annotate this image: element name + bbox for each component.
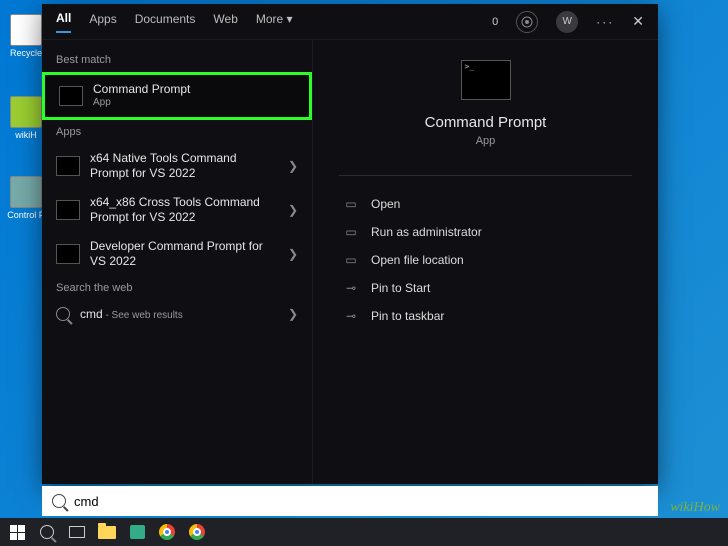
web-suffix: - See web results bbox=[103, 310, 183, 321]
action-pin-start[interactable]: ⊸Pin to Start bbox=[339, 274, 632, 302]
terminal-icon bbox=[56, 200, 80, 220]
close-icon[interactable]: ✕ bbox=[632, 13, 644, 30]
desktop-icon-recycle[interactable]: Recycle bbox=[6, 14, 46, 58]
start-button[interactable] bbox=[4, 521, 30, 543]
result-title: Command Prompt bbox=[93, 82, 295, 97]
taskbar-taskview[interactable] bbox=[64, 521, 90, 543]
search-input[interactable] bbox=[74, 494, 648, 509]
tab-apps[interactable]: Apps bbox=[89, 12, 116, 32]
more-options-icon[interactable]: ··· bbox=[596, 15, 614, 29]
chrome-icon bbox=[159, 524, 175, 540]
search-icon bbox=[52, 494, 66, 508]
folder-icon: ▭ bbox=[343, 253, 359, 267]
tab-all[interactable]: All bbox=[56, 11, 71, 33]
chevron-right-icon[interactable]: ❯ bbox=[288, 203, 298, 217]
tab-bar: All Apps Documents Web More ▾ 0 W ··· ✕ bbox=[42, 4, 658, 40]
action-run-admin[interactable]: ▭Run as administrator bbox=[339, 218, 632, 246]
result-title: x64_x86 Cross Tools Command Prompt for V… bbox=[90, 195, 278, 225]
chevron-right-icon[interactable]: ❯ bbox=[288, 247, 298, 261]
desktop-icon-wikihow[interactable]: wikiH bbox=[6, 96, 46, 140]
open-icon: ▭ bbox=[343, 197, 359, 211]
pin-icon: ⊸ bbox=[343, 309, 359, 323]
app-thumbnail bbox=[461, 60, 511, 100]
search-panel: All Apps Documents Web More ▾ 0 W ··· ✕ … bbox=[42, 4, 658, 484]
preview-title: Command Prompt bbox=[339, 114, 632, 131]
action-pin-taskbar[interactable]: ⊸Pin to taskbar bbox=[339, 302, 632, 330]
taskbar bbox=[0, 518, 728, 546]
pin-icon: ⊸ bbox=[343, 281, 359, 295]
result-app-1[interactable]: x64_x86 Cross Tools Command Prompt for V… bbox=[42, 188, 312, 232]
taskbar-chrome[interactable] bbox=[154, 521, 180, 543]
chevron-right-icon[interactable]: ❯ bbox=[288, 307, 298, 321]
chevron-right-icon[interactable]: ❯ bbox=[288, 159, 298, 173]
taskbar-store[interactable] bbox=[124, 521, 150, 543]
watermark: wikiHow bbox=[670, 500, 720, 516]
tab-web[interactable]: Web bbox=[213, 12, 237, 32]
preview-pane: Command Prompt App ▭Open ▭Run as adminis… bbox=[312, 40, 658, 484]
results-list: Best match Command PromptApp Apps x64 Na… bbox=[42, 40, 312, 484]
result-web[interactable]: cmd - See web results ❯ bbox=[42, 300, 312, 330]
tab-documents[interactable]: Documents bbox=[135, 12, 196, 32]
desktop-icon-control[interactable]: Control P bbox=[6, 176, 46, 220]
taskbar-chrome-2[interactable] bbox=[184, 521, 210, 543]
tab-more[interactable]: More ▾ bbox=[256, 12, 293, 32]
result-best-match[interactable]: Command PromptApp bbox=[42, 72, 312, 120]
user-avatar[interactable]: W bbox=[556, 11, 578, 33]
result-title: x64 Native Tools Command Prompt for VS 2… bbox=[90, 151, 278, 181]
result-subtitle: App bbox=[93, 97, 295, 110]
section-web: Search the web bbox=[42, 276, 312, 300]
terminal-icon bbox=[56, 156, 80, 176]
action-open[interactable]: ▭Open bbox=[339, 190, 632, 218]
counter: 0 bbox=[492, 16, 498, 28]
shield-icon: ▭ bbox=[343, 225, 359, 239]
preview-subtitle: App bbox=[339, 135, 632, 147]
taskbar-explorer[interactable] bbox=[94, 521, 120, 543]
search-icon bbox=[56, 307, 70, 321]
action-open-location[interactable]: ▭Open file location bbox=[339, 246, 632, 274]
result-app-2[interactable]: Developer Command Prompt for VS 2022 ❯ bbox=[42, 232, 312, 276]
terminal-icon bbox=[59, 86, 83, 106]
section-best-match: Best match bbox=[42, 48, 312, 72]
chrome-icon bbox=[189, 524, 205, 540]
rewards-icon[interactable] bbox=[516, 11, 538, 33]
folder-icon bbox=[98, 526, 116, 539]
result-title: Developer Command Prompt for VS 2022 bbox=[90, 239, 278, 269]
web-query: cmd bbox=[80, 307, 103, 321]
result-app-0[interactable]: x64 Native Tools Command Prompt for VS 2… bbox=[42, 144, 312, 188]
section-apps: Apps bbox=[42, 120, 312, 144]
search-bar[interactable] bbox=[42, 486, 658, 516]
taskbar-search[interactable] bbox=[34, 521, 60, 543]
terminal-icon bbox=[56, 244, 80, 264]
